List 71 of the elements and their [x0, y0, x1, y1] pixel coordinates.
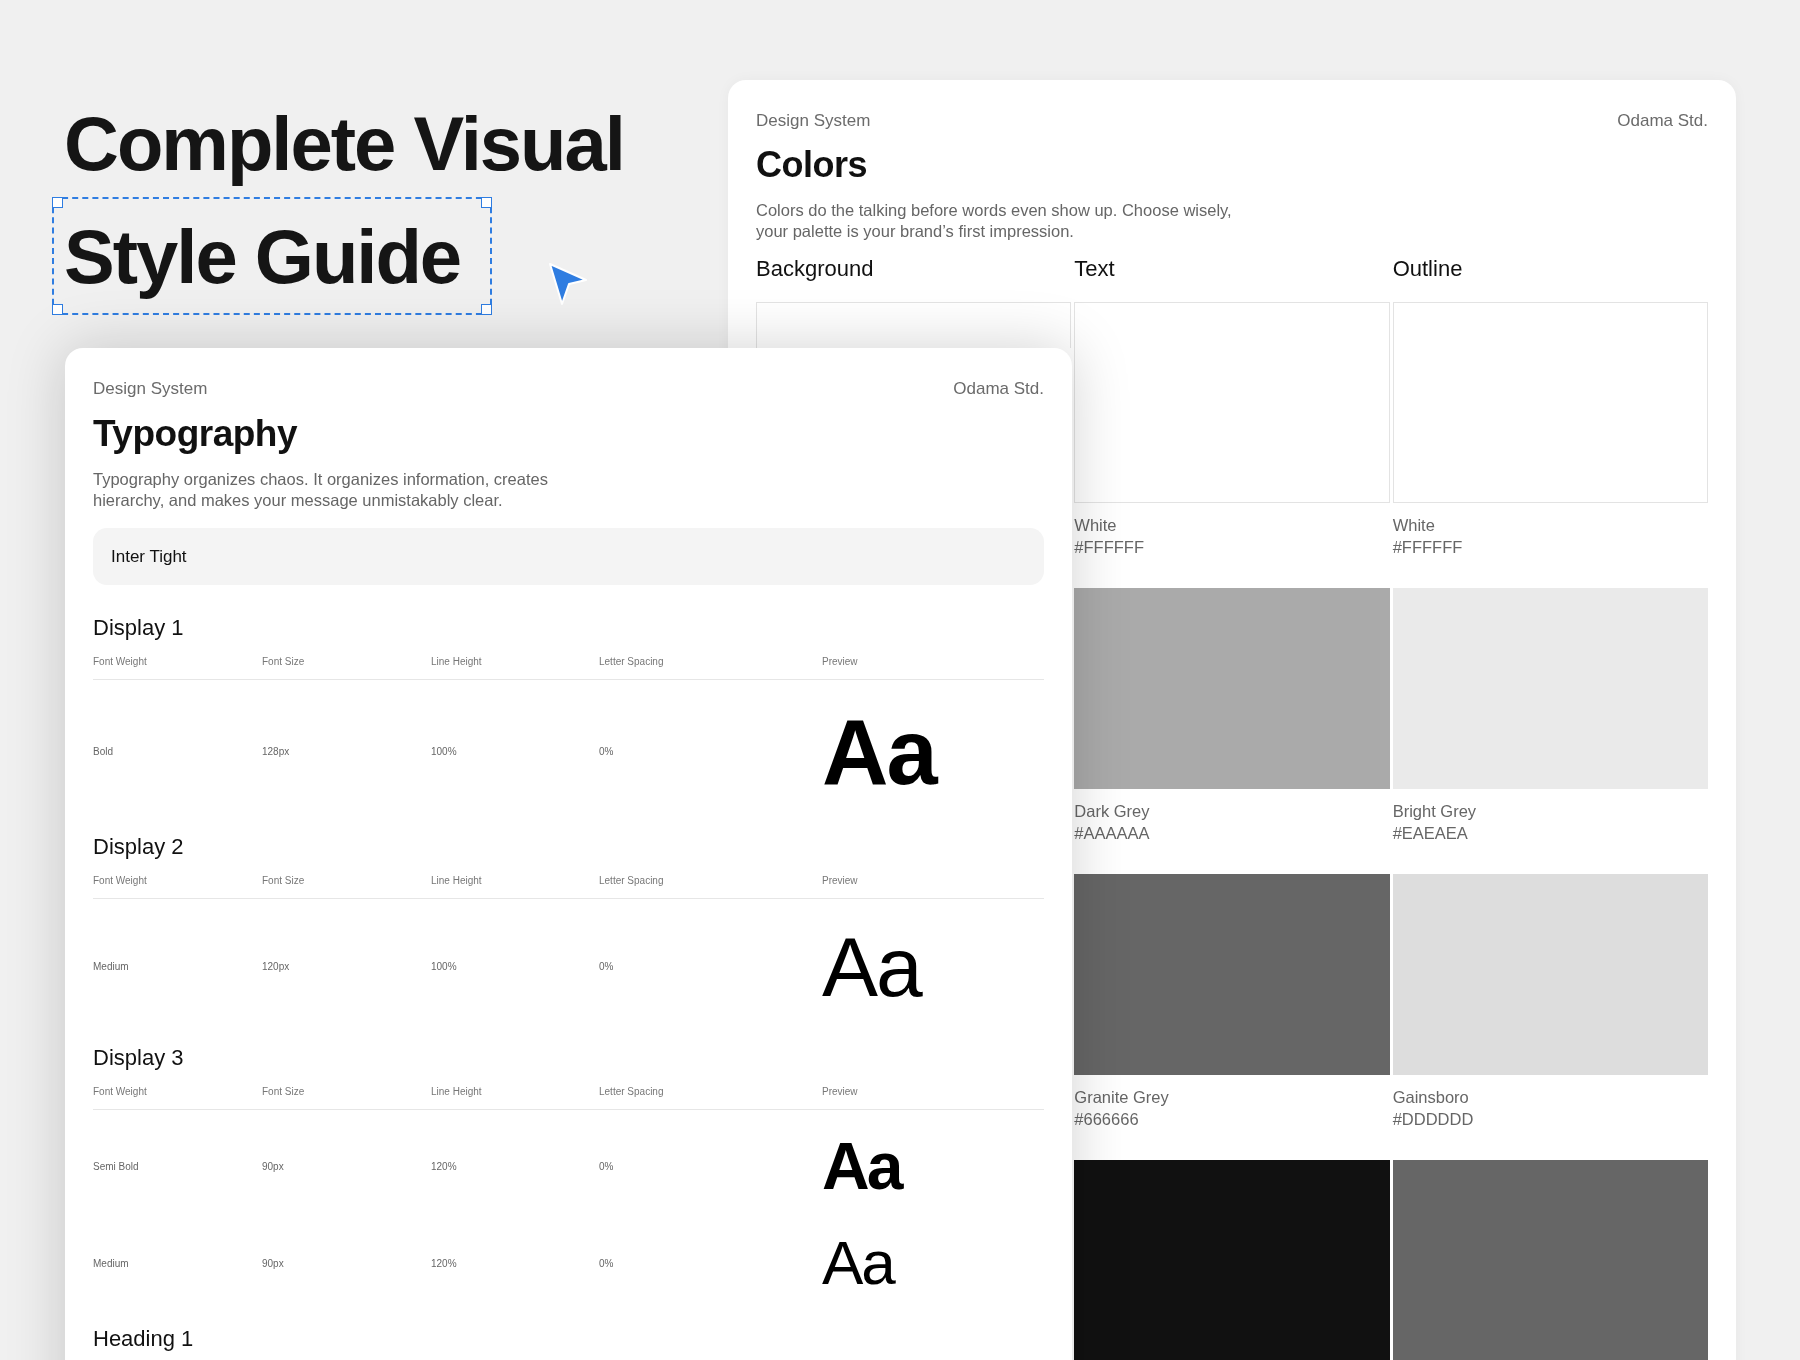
color-hex: #FFFFFF: [1392, 536, 1464, 558]
table-cell-text: 100%: [431, 960, 458, 975]
column-header: Font Weight: [93, 873, 148, 888]
column-heading: Background: [756, 255, 875, 284]
table-cell-text: 0%: [599, 1159, 615, 1174]
column-header: Line Height: [431, 654, 483, 669]
table-cell-text: Semi Bold: [93, 1159, 140, 1174]
color-hex: #FFFFFF: [1074, 536, 1145, 558]
style-name: Heading 1: [93, 1324, 195, 1353]
headline-text: Complete Visual: [63, 100, 624, 189]
table-cell-text: Medium: [93, 1256, 130, 1271]
color-name: Bright Grey: [1392, 801, 1478, 823]
color-hex: #DDDDDD: [1392, 1108, 1475, 1130]
color-name: Granite Grey: [1074, 1087, 1170, 1109]
color-hex: #666666: [1074, 1108, 1140, 1130]
table-cell-text: 0%: [599, 1256, 615, 1271]
table-cell-text: 100%: [431, 745, 458, 760]
type-preview: Aa: [822, 1133, 903, 1200]
section-description: Typography organizes chaos. It organizes information, creates hierarchy, and makes your message unmistakably clear.: [93, 469, 549, 512]
section-title: Colors: [756, 142, 868, 187]
column-header: Letter Spacing: [599, 1084, 665, 1099]
column-header: Letter Spacing: [599, 873, 665, 888]
color-hex: #EAEAEA: [1392, 822, 1469, 844]
style-name: Display 3: [93, 1043, 185, 1072]
column-header: Preview: [822, 1084, 859, 1099]
column-heading: Text: [1074, 255, 1116, 284]
font-family-field: Inter Tight: [93, 527, 1044, 585]
selection-frame[interactable]: Style Guide: [52, 197, 493, 315]
color-name: Dark Grey: [1074, 801, 1151, 823]
section-label: Design System: [93, 378, 208, 400]
table-cell-text: Medium: [93, 960, 130, 975]
table-cell-text: 90px: [262, 1256, 285, 1271]
style-name: Display 1: [93, 613, 185, 642]
resize-handle[interactable]: [481, 303, 493, 315]
table-cell-text: 120px: [262, 960, 291, 975]
section-label: Design System: [756, 110, 871, 132]
resize-handle[interactable]: [52, 303, 63, 315]
cursor-icon: [548, 262, 588, 308]
section-description: Colors do the talking before words even show up. Choose wisely, your palette is your brand’s first impression.: [756, 199, 1233, 242]
table-cell-text: 0%: [599, 745, 615, 760]
column-header: Font Size: [262, 873, 306, 888]
table-cell-text: 120%: [431, 1159, 458, 1174]
table-cell-text: 0%: [599, 960, 615, 975]
column-header: Font Weight: [93, 654, 148, 669]
column-header: Font Size: [262, 654, 306, 669]
color-name: Gainsboro: [1392, 1087, 1470, 1109]
color-hex: #AAAAAA: [1074, 822, 1151, 844]
table-cell-text: 90px: [262, 1159, 285, 1174]
section-title: Typography: [93, 411, 299, 456]
column-header: Line Height: [431, 1084, 483, 1099]
brand-name: Odama Std.: [953, 378, 1044, 400]
table-cell-text: 128px: [262, 745, 291, 760]
type-preview: Aa: [822, 705, 938, 798]
column-header: Preview: [822, 654, 859, 669]
style-name: Display 2: [93, 832, 185, 861]
column-header: Preview: [822, 873, 859, 888]
headline-text: Style Guide: [64, 213, 461, 302]
type-preview: Aa: [822, 924, 923, 1009]
table-cell-text: 120%: [431, 1256, 458, 1271]
column-header: Letter Spacing: [599, 654, 665, 669]
column-header: Line Height: [431, 873, 483, 888]
resize-handle[interactable]: [481, 197, 493, 209]
column-header: Font Size: [262, 1084, 306, 1099]
color-name: White: [1392, 515, 1436, 537]
type-preview: Aa: [822, 1232, 896, 1295]
brand-name: Odama Std.: [1617, 110, 1708, 132]
color-name: White: [1074, 515, 1118, 537]
column-header: Font Weight: [93, 1084, 148, 1099]
column-heading: Outline: [1392, 255, 1464, 284]
resize-handle[interactable]: [52, 197, 63, 209]
table-cell-text: Bold: [93, 745, 114, 760]
